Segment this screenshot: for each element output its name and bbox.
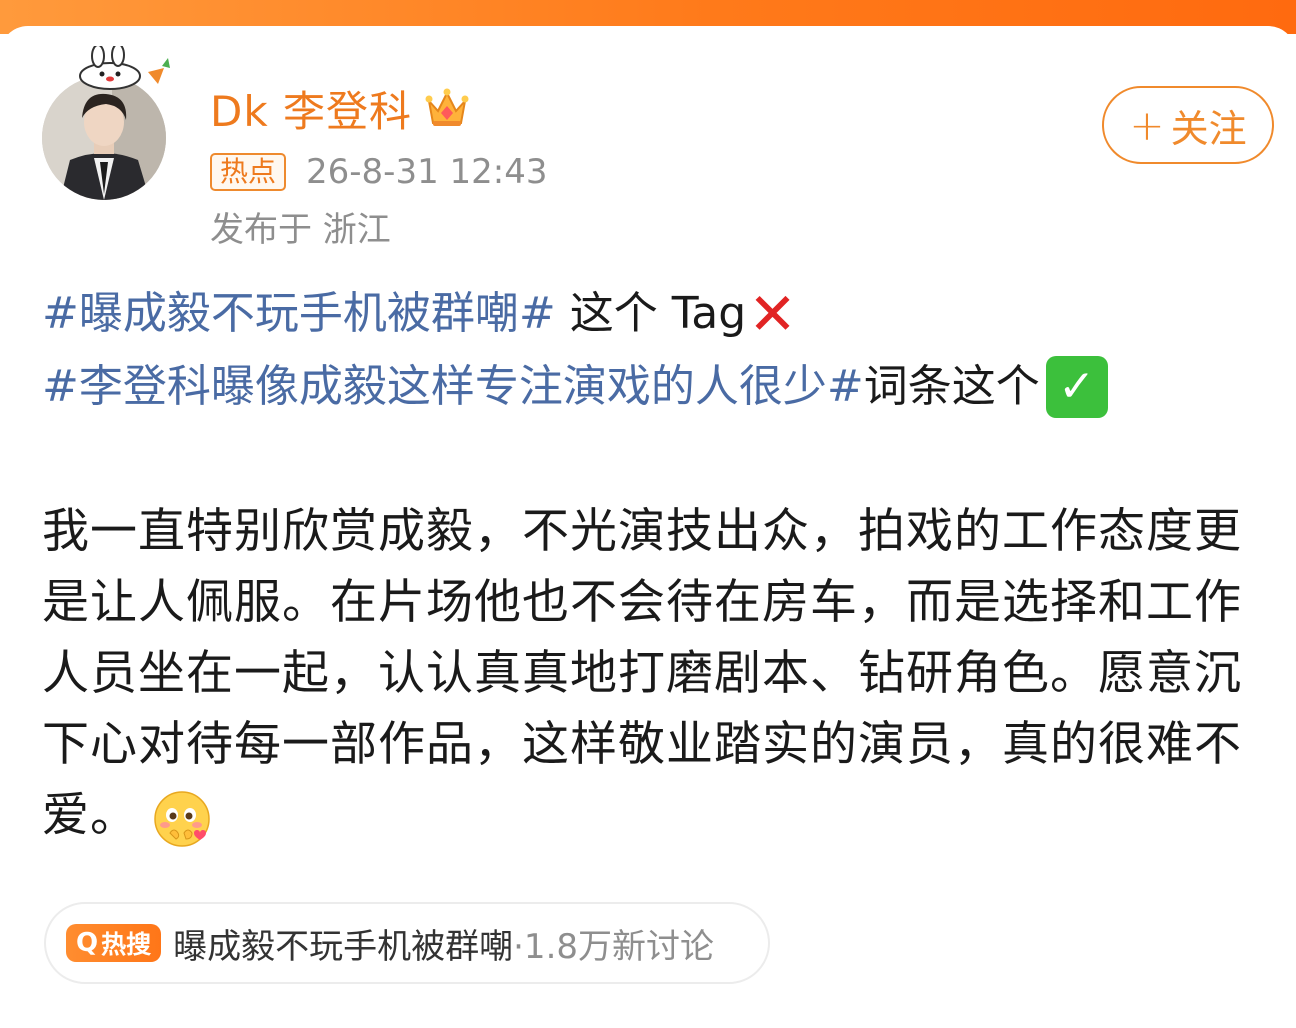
user-name-row: Dk 李登科 [210, 82, 470, 136]
user-name[interactable]: Dk 李登科 [210, 78, 412, 139]
follow-button-label: 关注 [1170, 106, 1247, 151]
hot-search-count: ·1.8万新讨论 [513, 926, 715, 967]
post-line-2: #李登科曝像成毅这样专注演戏的人很少# 词条这个 ✓ [42, 356, 1108, 418]
cross-mark-icon: ✕ [748, 280, 797, 348]
blushing-emoji-icon [154, 790, 210, 847]
hot-search-topic: 曝成毅不玩手机被群嘲 [173, 926, 514, 967]
avatar[interactable] [42, 76, 166, 200]
hot-search-pill[interactable]: Q 热搜 曝成毅不玩手机被群嘲 ·1.8万新讨论 [44, 902, 770, 984]
rabbit-decoration-icon [79, 46, 170, 90]
post-line-1: #曝成毅不玩手机被群嘲# 这个 Tag ✕ [42, 284, 797, 344]
hashtag-link-1[interactable]: #曝成毅不玩手机被群嘲# [42, 284, 556, 344]
post-timestamp: 26-8-31 12:43 [306, 152, 548, 192]
post-body-text: 我一直特别欣赏成毅，不光演技出众，拍戏的工作态度更是让人佩服。在片场他也不会待在… [42, 504, 1242, 843]
post-line-2-text: 词条这个 [863, 361, 1040, 412]
post-line-1-text: 这个 Tag [555, 288, 747, 339]
plus-icon: + [1129, 100, 1165, 150]
follow-button[interactable]: + 关注 [1102, 86, 1274, 164]
avatar-photo [42, 76, 166, 200]
hot-badge: 热点 [210, 153, 287, 191]
hashtag-link-2[interactable]: #李登科曝像成毅这样专注演戏的人很少# [42, 357, 864, 417]
crown-icon [425, 88, 469, 126]
avatar-container[interactable] [42, 46, 172, 200]
hot-search-badge: Q 热搜 [66, 924, 162, 962]
post-body: 我一直特别欣赏成毅，不光演技出众，拍戏的工作态度更是让人佩服。在片场他也不会待在… [42, 496, 1257, 851]
check-mark-icon: ✓ [1045, 356, 1108, 418]
hot-search-badge-label: 热搜 [101, 930, 152, 959]
post-location: 发布于 浙江 [210, 210, 391, 250]
search-icon: Q [76, 928, 99, 958]
post-meta-row: 热点 26-8-31 12:43 [210, 150, 548, 194]
